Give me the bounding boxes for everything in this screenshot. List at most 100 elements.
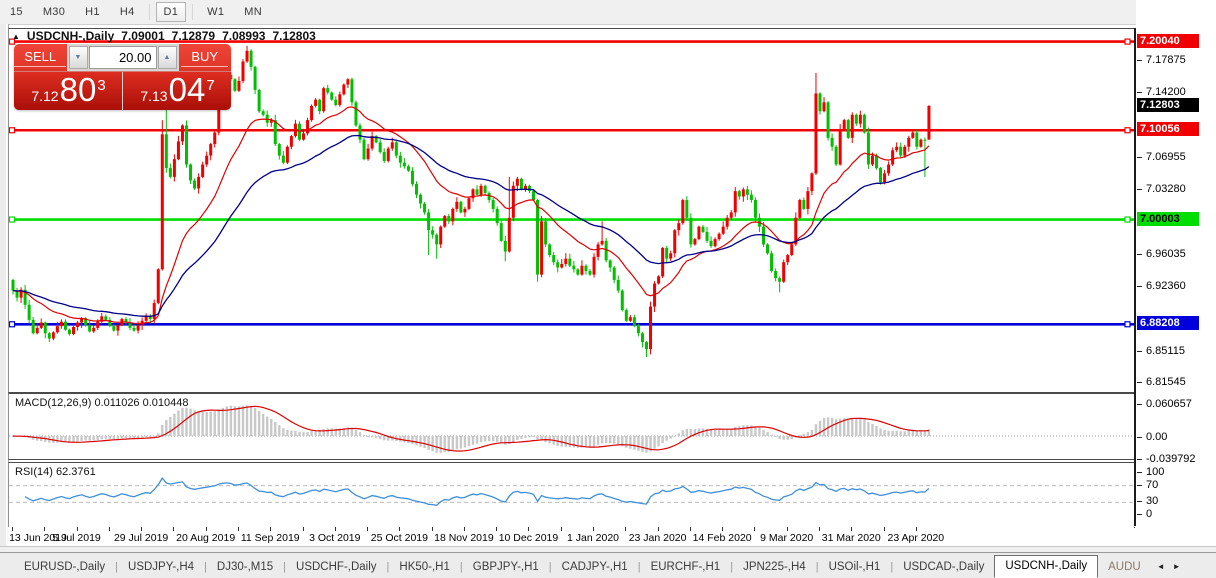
price-axis-scale: 7.17875 7.14200 7.06955 7.03280 6.96035 6.923… — [1136, 28, 1216, 391]
macd-name: MACD(12,26,9) — [15, 397, 92, 409]
tab-scroll-left-icon[interactable]: ◄ — [1157, 562, 1165, 571]
date-tick-mark — [625, 527, 627, 531]
date-tick-mark — [302, 527, 304, 531]
date-tick-mark — [883, 527, 885, 531]
date-tick-mark — [270, 527, 272, 531]
timeframe-button-15[interactable]: 15 — [2, 2, 31, 22]
sell-button[interactable]: SELL — [14, 44, 67, 71]
date-label: 10 Dec 2019 — [498, 532, 559, 544]
rsi-axis-scale: 100 70 30 0 — [1136, 462, 1216, 526]
volume-decrease-icon[interactable]: ▼ — [68, 46, 88, 69]
date-label: 9 Mar 2020 — [760, 532, 814, 544]
date-label: 11 Sep 2019 — [240, 532, 300, 544]
tab-hk50h1[interactable]: HK50-,H1 — [389, 557, 460, 578]
macd-signal-value: 0.010448 — [142, 397, 189, 409]
tab-usoilh1[interactable]: USOil-,H1 — [819, 557, 891, 578]
tab-usdcnhdaily[interactable]: USDCNH-,Daily — [994, 555, 1099, 578]
date-tick-mark — [237, 527, 239, 531]
macd-axis-scale: 0.060657 0.00 -0.039792 — [1136, 393, 1216, 465]
date-tick-mark — [593, 527, 595, 531]
rsi-chart[interactable] — [9, 463, 1134, 525]
volume-input[interactable] — [88, 46, 157, 69]
tab-eurusddaily[interactable]: EURUSD-,Daily — [14, 557, 115, 578]
macd-label: MACD(12,26,9) 0.011026 0.010448 — [15, 397, 189, 409]
price-axis[interactable]: 7.17875 7.14200 7.06955 7.03280 6.96035 6.923… — [1136, 0, 1216, 578]
date-tick-mark — [819, 527, 820, 531]
macd-panel[interactable]: MACD(12,26,9) 0.011026 0.010448 — [8, 393, 1135, 460]
timeframe-button-h1[interactable]: H1 — [77, 2, 108, 22]
rsi-value: 62.3761 — [55, 466, 96, 478]
timeframe-button-d1[interactable]: D1 — [155, 2, 187, 22]
price-tick: 7.03280 — [1136, 183, 1186, 195]
tab-dj30m15[interactable]: DJ30-,M15 — [207, 557, 283, 578]
date-label: 25 Oct 2019 — [370, 532, 428, 544]
timeframe-button-m30[interactable]: M30 — [35, 2, 73, 22]
date-tick-mark — [754, 527, 756, 531]
date-tick-mark — [141, 527, 143, 531]
level-price-badge: 7.20040 — [1137, 33, 1199, 48]
ohlc-close: 7.12803 — [272, 29, 316, 43]
date-axis[interactable]: 13 Jun 2019 5 Jul 2019 29 Jul 2019 20 Aug 2… — [8, 527, 1134, 546]
price-tick: 6.92360 — [1136, 280, 1186, 292]
date-label: 3 Oct 2019 — [309, 532, 361, 544]
tab-eurchfh1[interactable]: EURCHF-,H1 — [641, 557, 731, 578]
date-tick-mark — [44, 527, 46, 531]
date-label: 20 Aug 2019 — [176, 532, 236, 544]
price-tick: 6.96035 — [1136, 248, 1186, 260]
date-tick-mark — [722, 527, 724, 531]
timeframe-toolbar: 15 M30 H1 H4 D1 W1 MN — [0, 0, 1216, 25]
macd-tick: 0.00 — [1136, 431, 1167, 443]
volume-increase-icon[interactable]: ▲ — [157, 46, 177, 69]
macd-tick: 0.060657 — [1136, 398, 1192, 410]
level-price-badge: 7.10056 — [1137, 122, 1199, 137]
ohlc-open: 7.09001 — [121, 29, 165, 43]
price-tick: 6.81545 — [1136, 376, 1186, 388]
tab-jpn225h4[interactable]: JPN225-,H4 — [733, 557, 816, 578]
macd-signal-line — [12, 405, 929, 452]
date-tick-mark — [915, 527, 917, 531]
date-label: 29 Jul 2019 — [113, 532, 169, 544]
rsi-panel[interactable]: RSI(14) 62.3761 — [8, 462, 1135, 528]
last-price-badge: 7.12803 — [1137, 97, 1199, 112]
bid-price[interactable]: 7.12 80 3 — [14, 72, 123, 110]
date-label: 18 Nov 2019 — [434, 532, 494, 544]
rsi-tick: 30 — [1136, 495, 1158, 507]
date-tick-mark — [689, 527, 691, 531]
price-tick: 7.17875 — [1136, 54, 1186, 66]
buy-button[interactable]: BUY — [179, 44, 232, 71]
price-tick: 7.06955 — [1136, 151, 1186, 163]
rsi-tick: 70 — [1136, 479, 1158, 491]
date-tick-mark — [786, 527, 788, 531]
timeframe-button-mn[interactable]: MN — [236, 2, 270, 22]
collapse-arrow-icon[interactable]: ▲ — [12, 32, 20, 41]
date-label: 31 Mar 2020 — [821, 532, 881, 544]
timeframe-button-w1[interactable]: W1 — [199, 2, 232, 22]
date-label: 14 Feb 2020 — [692, 532, 752, 544]
rsi-tick: 100 — [1136, 466, 1164, 478]
date-tick-mark — [12, 527, 13, 531]
tab-audu[interactable]: AUDU — [1098, 557, 1151, 578]
ask-price[interactable]: 7.13 04 7 — [123, 72, 231, 110]
date-tick-mark — [528, 527, 530, 531]
toolbar-separator — [148, 4, 150, 20]
tab-usdchfdaily[interactable]: USDCHF-,Daily — [286, 557, 387, 578]
rsi-name: RSI(14) — [15, 466, 53, 478]
tab-usdjpyh4[interactable]: USDJPY-,H4 — [118, 557, 204, 578]
rsi-label: RSI(14) 62.3761 — [15, 466, 96, 478]
ohlc-high: 7.12879 — [171, 29, 216, 43]
date-tick-mark — [367, 527, 369, 531]
date-tick-mark — [657, 527, 659, 531]
chart-symbol: USDCNH-,Daily — [26, 29, 115, 43]
tab-scroll-right-icon[interactable]: ► — [1173, 562, 1181, 571]
tab-cadjpyh1[interactable]: CADJPY-,H1 — [552, 557, 638, 578]
toolbar-separator — [192, 4, 194, 20]
tab-scroll-buttons: ◄ ► — [1153, 562, 1185, 578]
level-price-badge: 6.88208 — [1137, 316, 1199, 331]
timeframe-button-h4[interactable]: H4 — [112, 2, 143, 22]
volume-group: ▼ ▲ — [66, 44, 179, 71]
date-tick-mark — [76, 527, 78, 531]
tab-usdcaddaily[interactable]: USDCAD-,Daily — [893, 557, 994, 578]
rsi-tick: 0 — [1136, 508, 1152, 520]
tab-gbpjpyh1[interactable]: GBPJPY-,H1 — [463, 557, 549, 578]
date-tick-mark — [851, 527, 853, 531]
